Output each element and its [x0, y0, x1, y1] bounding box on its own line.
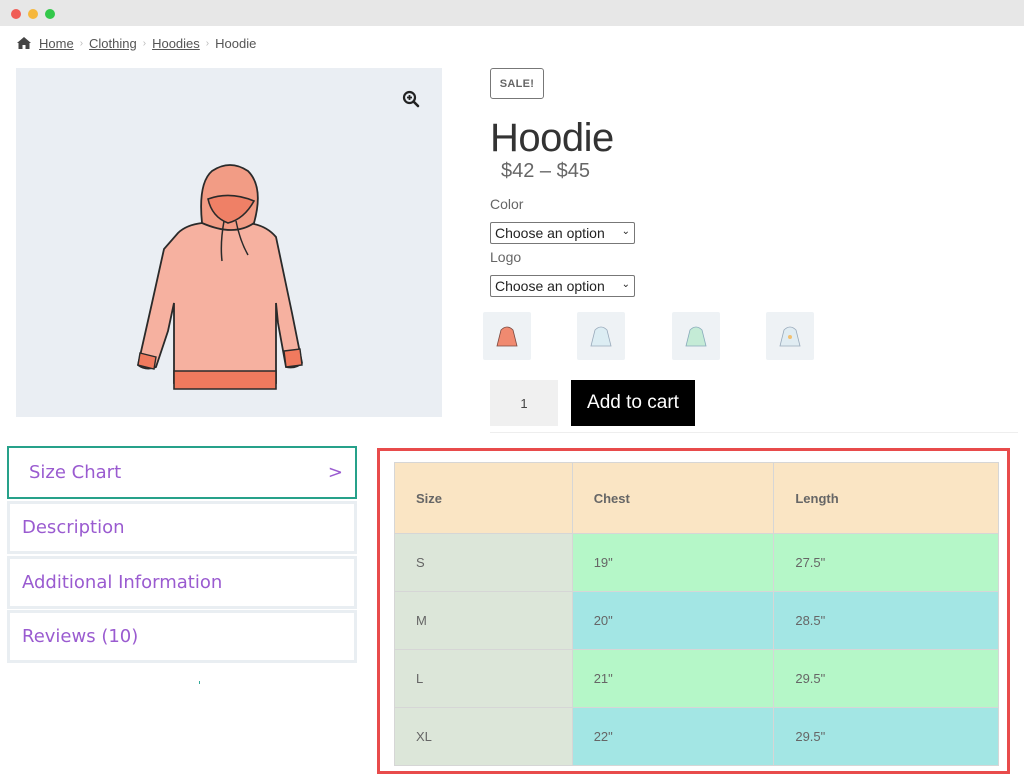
maximize-window-button[interactable] [45, 9, 55, 19]
color-select-value: Choose an option [495, 225, 605, 241]
tab-reviews[interactable]: Reviews (10) [7, 610, 357, 663]
hoodie-thumbnail-icon [590, 326, 612, 347]
breadcrumb-clothing[interactable]: Clothing [89, 36, 137, 51]
product-image-hoodie [136, 164, 303, 390]
breadcrumb-home[interactable]: Home [39, 36, 74, 51]
product-title: Hoodie [490, 116, 614, 160]
cell-chest: 20" [571, 591, 775, 650]
color-label: Color [490, 196, 524, 212]
tab-label: Additional Information [22, 572, 223, 593]
cell-chest: 19" [571, 533, 775, 592]
logo-select-value: Choose an option [495, 278, 605, 294]
breadcrumb: Home › Clothing › Hoodies › Hoodie [16, 34, 256, 52]
table-row: L 21" 29.5" [394, 649, 999, 708]
tab-description[interactable]: Description [7, 501, 357, 554]
color-select[interactable]: Choose an option ⌄ [490, 222, 635, 244]
hoodie-thumbnail-icon [496, 326, 518, 347]
table-row: XL 22" 29.5" [394, 707, 999, 766]
add-to-cart-button[interactable]: Add to cart [571, 380, 695, 426]
chevron-down-icon: ⌄ [621, 279, 630, 290]
cell-length: 29.5" [773, 707, 999, 766]
cell-size: S [394, 533, 573, 592]
sale-badge: SALE! [490, 68, 544, 99]
size-chart-header-row: Size Chest Length [394, 462, 999, 534]
decorative-mark [199, 681, 200, 684]
window-titlebar [0, 0, 1024, 26]
tab-label: Size Chart [29, 462, 122, 483]
chevron-down-icon: ⌄ [621, 226, 630, 237]
size-chart-panel: Size Chest Length S 19" 27.5" M 20" 28.5… [377, 448, 1010, 774]
header-chest: Chest [571, 462, 775, 534]
tab-size-chart[interactable]: Size Chart > [7, 446, 357, 499]
cell-length: 28.5" [773, 591, 999, 650]
tab-label: Reviews (10) [22, 626, 139, 647]
tab-additional-information[interactable]: Additional Information [7, 556, 357, 609]
zoom-in-icon[interactable] [402, 90, 420, 108]
cell-size: L [394, 649, 573, 708]
swatch-blue-hoodie[interactable] [577, 312, 625, 360]
swatch-pink-hoodie[interactable] [483, 312, 531, 360]
hoodie-thumbnail-icon [685, 326, 707, 347]
breadcrumb-separator: › [142, 37, 147, 49]
cell-size: XL [394, 707, 573, 766]
section-divider [490, 432, 1018, 433]
minimize-window-button[interactable] [28, 9, 38, 19]
product-gallery[interactable] [16, 68, 442, 417]
home-icon[interactable] [16, 36, 32, 50]
cell-size: M [394, 591, 573, 650]
swatch-green-hoodie[interactable] [672, 312, 720, 360]
tab-label: Description [22, 517, 125, 538]
table-row: M 20" 28.5" [394, 591, 999, 650]
size-chart-table: Size Chest Length S 19" 27.5" M 20" 28.5… [394, 462, 999, 766]
table-row: S 19" 27.5" [394, 533, 999, 592]
logo-label: Logo [490, 249, 522, 265]
logo-select[interactable]: Choose an option ⌄ [490, 275, 635, 297]
cell-chest: 22" [571, 707, 775, 766]
chevron-right-icon: > [327, 462, 343, 483]
swatch-blue-logo-hoodie[interactable] [766, 312, 814, 360]
quantity-input[interactable]: 1 [490, 380, 558, 426]
cell-length: 29.5" [773, 649, 999, 708]
product-price: $42 – $45 [501, 160, 590, 182]
breadcrumb-current: Hoodie [215, 35, 257, 51]
breadcrumb-separator: › [79, 37, 84, 49]
breadcrumb-hoodies[interactable]: Hoodies [152, 36, 200, 51]
cell-length: 27.5" [773, 533, 999, 592]
close-window-button[interactable] [11, 9, 21, 19]
header-size: Size [394, 462, 573, 534]
header-length: Length [773, 462, 999, 534]
cell-chest: 21" [571, 649, 775, 708]
breadcrumb-separator: › [205, 37, 210, 49]
hoodie-thumbnail-icon [779, 326, 801, 347]
